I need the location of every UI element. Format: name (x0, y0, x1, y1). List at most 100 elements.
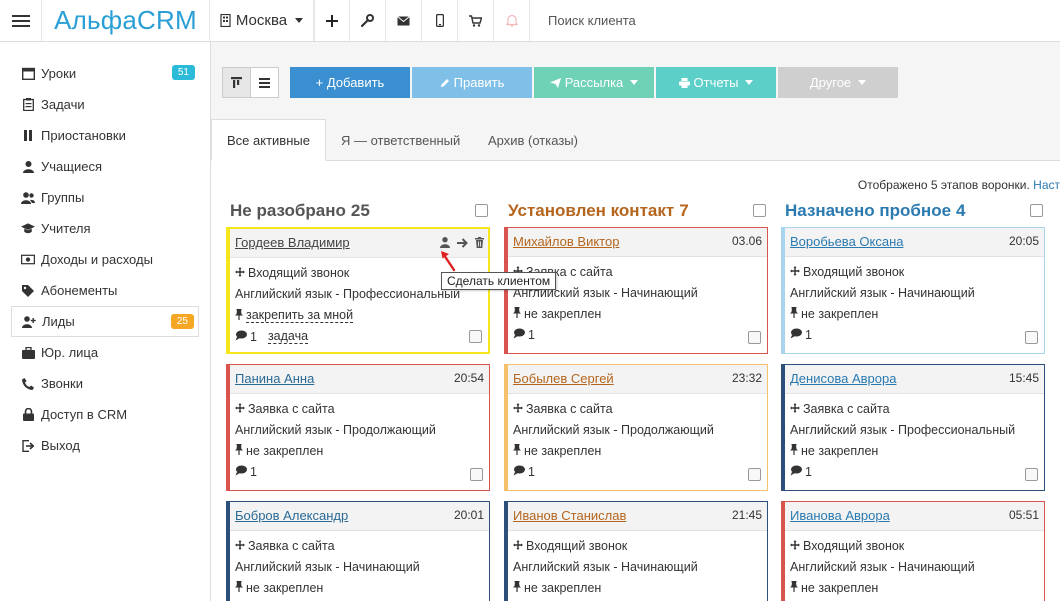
sidebar-item[interactable]: Выход (11, 430, 199, 461)
sidebar-item[interactable]: Группы (11, 182, 199, 213)
card-header: Денисова Аврора 15:45 (785, 365, 1044, 394)
sidebar-item[interactable]: Уроки 51 (11, 58, 199, 89)
add-button[interactable]: + Добавить (290, 67, 410, 98)
lead-name-link[interactable]: Панина Анна (235, 371, 314, 386)
sidebar-item[interactable]: Учащиеся (11, 151, 199, 182)
add-button-label: + Добавить (315, 75, 385, 90)
column-select-checkbox[interactable] (753, 204, 766, 217)
app-logo[interactable]: АльфаCRM (42, 0, 210, 41)
source-icon (513, 402, 523, 416)
lead-card[interactable]: Иванов Станислав 21:45 Входящий звонок Англ… (504, 501, 768, 601)
lead-card[interactable]: Гордеев Владимир Входящий звонок Английски… (226, 227, 490, 354)
sidebar-item[interactable]: Учителя (11, 213, 199, 244)
sms-button[interactable] (422, 0, 458, 41)
sidebar-item-label: Уроки (41, 66, 77, 81)
sidebar-item[interactable]: Доходы и расходы (11, 244, 199, 275)
sidebar-item[interactable]: Лиды 25 (11, 306, 199, 337)
card-select-checkbox[interactable] (470, 468, 483, 481)
task-link[interactable]: задача (267, 329, 309, 344)
card-select-checkbox[interactable] (469, 330, 482, 343)
client-search-input[interactable]: Поиск клиента (530, 0, 1060, 41)
card-header: Панина Анна 20:54 (230, 365, 489, 394)
source-icon (790, 265, 800, 279)
edit-button-label: Править (453, 75, 505, 90)
trash-icon[interactable] (475, 236, 484, 251)
chevron-down-icon (295, 18, 304, 23)
lead-source: Заявка с сайта (235, 539, 335, 553)
pause-icon (21, 129, 35, 143)
column-select-checkbox[interactable] (1030, 204, 1043, 217)
comments-count: 1 (528, 328, 535, 342)
pin-icon (790, 581, 798, 595)
lead-name-link[interactable]: Денисова Аврора (790, 371, 896, 386)
card-header: Воробьева Оксана 20:05 (785, 228, 1044, 257)
arrow-right-icon[interactable] (457, 236, 468, 251)
card-select-checkbox[interactable] (748, 468, 761, 481)
lead-source-text: Входящий звонок (803, 265, 905, 279)
tab-my-responsible[interactable]: Я — ответственный (341, 119, 460, 161)
lead-card[interactable]: Михайлов Виктор 03.06 Заявка с сайта Англий… (504, 227, 768, 354)
lead-card[interactable]: Панина Анна 20:54 Заявка с сайта Английский… (226, 364, 490, 491)
lead-name-link[interactable]: Иванова Аврора (790, 508, 890, 523)
lead-source: Входящий звонок (235, 266, 349, 280)
sidebar-item[interactable]: Юр. лица (11, 337, 199, 368)
lead-card[interactable]: Денисова Аврора 15:45 Заявка с сайта Англий… (781, 364, 1045, 491)
user-icon (21, 160, 35, 174)
lead-name-link[interactable]: Воробьева Оксана (790, 234, 904, 249)
shop-button[interactable] (458, 0, 494, 41)
tab-archive[interactable]: Архив (отказы) (488, 119, 578, 161)
lead-name-link[interactable]: Иванов Станислав (513, 508, 626, 523)
edit-button[interactable]: Править (412, 67, 532, 98)
sidebar-item[interactable]: Приостановки (11, 120, 199, 151)
lead-name-link[interactable]: Гордеев Владимир (235, 235, 350, 250)
lead-card[interactable]: Иванова Аврора 05:51 Входящий звонок Англий… (781, 501, 1045, 601)
funnel-column: Назначено пробное 4 Воробьева Оксана 20:05 В… (781, 161, 1045, 601)
assignee-text: не закреплен (246, 444, 324, 458)
other-button[interactable]: Другое (778, 67, 898, 98)
reports-button[interactable]: Отчеты (656, 67, 776, 98)
sidebar-item[interactable]: Абонементы (11, 275, 199, 306)
tab-all-active[interactable]: Все активные (211, 119, 326, 161)
mailing-button[interactable]: Рассылка (534, 67, 654, 98)
pin-icon (235, 581, 243, 595)
column-select-checkbox[interactable] (475, 204, 488, 217)
lead-source-text: Входящий звонок (526, 539, 628, 553)
assign-to-me-link[interactable]: закрепить за мной (246, 308, 354, 323)
settings-button[interactable] (350, 0, 386, 41)
pencil-icon (440, 78, 449, 87)
make-client-icon[interactable] (440, 236, 450, 251)
lead-card[interactable]: Бобров Александр 20:01 Заявка с сайта Англи… (226, 501, 490, 601)
lead-assignee: не закреплен (235, 444, 323, 458)
lead-name-link[interactable]: Бобров Александр (235, 508, 348, 523)
kanban-board: Отображено 5 этапов воронки. Наст Не раз… (211, 161, 1060, 601)
phone-icon (21, 377, 35, 391)
add-quick-button[interactable] (314, 0, 350, 41)
lead-card[interactable]: Воробьева Оксана 20:05 Входящий звонок Англ… (781, 227, 1045, 354)
bell-icon (505, 14, 518, 27)
users-icon (21, 191, 35, 205)
wrench-icon (361, 14, 374, 27)
lead-card[interactable]: Бобылев Сергей 23:32 Заявка с сайта Английс… (504, 364, 768, 491)
lead-name-link[interactable]: Бобылев Сергей (513, 371, 614, 386)
column-count: 25 (350, 201, 370, 220)
mail-button[interactable] (386, 0, 422, 41)
lead-course: Английский язык - Начинающий (790, 560, 975, 574)
notifications-button[interactable] (494, 0, 530, 41)
card-select-checkbox[interactable] (1025, 331, 1038, 344)
menu-toggle-button[interactable] (0, 0, 42, 41)
sidebar-item[interactable]: Задачи (11, 89, 199, 120)
card-select-checkbox[interactable] (1025, 468, 1038, 481)
assignee-text: не закреплен (801, 581, 879, 595)
column-header: Установлен контакт 7 (508, 201, 689, 221)
list-view-button[interactable] (251, 68, 278, 97)
card-select-checkbox[interactable] (748, 331, 761, 344)
lead-source-text: Заявка с сайта (248, 539, 335, 553)
branch-selector[interactable]: Москва (210, 0, 314, 41)
column-count: 4 (956, 201, 966, 220)
assignee-text: не закреплен (801, 444, 879, 458)
lead-name-link[interactable]: Михайлов Виктор (513, 234, 619, 249)
sidebar-item[interactable]: Звонки (11, 368, 199, 399)
kanban-view-button[interactable] (223, 68, 251, 97)
sidebar-item[interactable]: Доступ в CRM (11, 399, 199, 430)
lead-assignee: не закреплен (790, 307, 878, 321)
